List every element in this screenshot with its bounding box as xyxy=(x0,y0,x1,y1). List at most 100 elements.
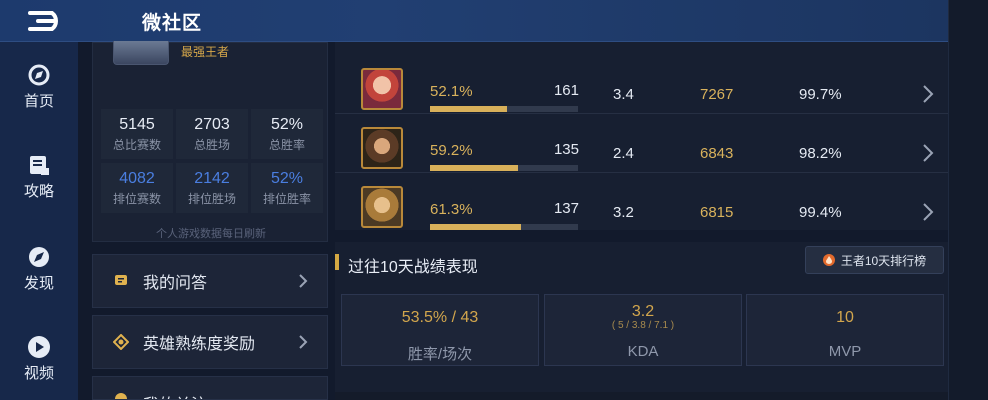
nav-item-discover[interactable]: 发现 xyxy=(0,244,78,304)
win-rate-bar xyxy=(430,106,578,112)
hero-games: 137 xyxy=(553,200,579,217)
hero-kda: 2.4 xyxy=(613,145,634,162)
stat-total-wins: 2703 总胜场 xyxy=(176,109,248,159)
hero-row[interactable]: 59.2% 135 2.4 6843 98.2% xyxy=(335,115,948,173)
menu-item-hero-mastery[interactable]: 英雄熟练度奖励 xyxy=(92,315,328,369)
performance-title: 过往10天战绩表现 xyxy=(348,259,478,276)
menu-label: 我的关注 xyxy=(143,391,327,399)
stat-value: 5145 xyxy=(119,115,155,133)
stat-label: 排位胜率 xyxy=(262,191,311,206)
stat-label: 总比赛数 xyxy=(112,137,161,152)
avatar[interactable] xyxy=(113,41,169,65)
hero-power: 6843 xyxy=(700,145,734,162)
hero-rating: 98.2% xyxy=(799,145,842,162)
menu-item-my-follow[interactable]: 我的关注 xyxy=(92,376,328,400)
hero-power: 7267 xyxy=(700,86,734,103)
stat-ranked-wins: 2142 排位胜场 xyxy=(176,163,248,213)
hero-win-rate: 52.1% xyxy=(430,83,473,100)
stat-total-winrate: 52% 总胜率 xyxy=(251,109,323,159)
guide-icon xyxy=(26,152,52,178)
win-rate-bar-fill xyxy=(430,165,518,171)
play-icon xyxy=(26,334,52,360)
nav-label-discover: 发现 xyxy=(23,275,54,292)
stat-label: 排位胜场 xyxy=(187,191,236,206)
stat-label: 总胜率 xyxy=(268,137,305,152)
performance-header: 过往10天战绩表现 王者10天排行榜 xyxy=(335,242,948,284)
right-edge-strip xyxy=(948,0,988,400)
nav-label-video: 视频 xyxy=(23,365,54,382)
stat-label: 排位赛数 xyxy=(112,191,161,206)
discover-icon xyxy=(26,244,52,270)
stat-value: 52% xyxy=(270,115,304,133)
performance-section: 过往10天战绩表现 王者10天排行榜 53.5% / 43 胜率/场次 3.2 … xyxy=(335,242,948,392)
chevron-right-icon xyxy=(293,334,313,350)
nav-item-guide[interactable]: 攻略 xyxy=(0,152,78,212)
hero-rating: 99.4% xyxy=(799,204,842,221)
rank-title: 最强王者 xyxy=(181,45,230,59)
flame-icon xyxy=(822,254,835,266)
win-rate-bar-fill xyxy=(430,224,521,230)
win-rate-bar xyxy=(430,224,578,230)
stat-value: 52% xyxy=(270,169,304,187)
hero-row[interactable]: 52.1% 161 3.4 7267 99.7% xyxy=(335,56,948,114)
back-icon xyxy=(28,11,58,31)
section-accent-bar xyxy=(335,254,339,270)
nav-item-video[interactable]: 视频 xyxy=(0,334,78,394)
hero-portrait xyxy=(361,127,403,169)
stat-ranked-games: 4082 排位赛数 xyxy=(101,163,173,213)
stat-value: 2703 xyxy=(194,115,230,133)
hero-win-rate: 61.3% xyxy=(430,201,473,218)
menu-label: 我的问答 xyxy=(143,275,208,292)
hero-power: 6815 xyxy=(700,204,734,221)
perf-value: 3.2 xyxy=(631,303,655,320)
perf-box-kda: 3.2 ( 5 / 3.8 / 7.1 ) KDA xyxy=(544,294,742,366)
perf-value: 53.5% / 43 xyxy=(401,309,479,326)
bottom-strip xyxy=(335,392,948,400)
hero-games: 161 xyxy=(553,82,579,99)
top-bar: 微社区 xyxy=(0,0,948,42)
refresh-note: 个人游戏数据每日刷新 xyxy=(156,228,266,240)
perf-label: MVP xyxy=(828,343,862,360)
hero-portrait xyxy=(361,68,403,110)
perf-label: KDA xyxy=(627,343,659,360)
stat-ranked-winrate: 52% 排位胜率 xyxy=(251,163,323,213)
chevron-right-icon xyxy=(293,273,313,289)
message-icon xyxy=(113,273,129,289)
medal-icon xyxy=(113,334,129,350)
perf-label: 胜率/场次 xyxy=(407,346,473,363)
hero-kda: 3.4 xyxy=(613,86,634,103)
left-nav: 首页 攻略 发现 视频 xyxy=(0,42,78,400)
hero-kda: 3.2 xyxy=(613,204,634,221)
nav-item-home[interactable]: 首页 xyxy=(0,62,78,122)
chevron-right-icon[interactable] xyxy=(922,143,934,168)
perf-value: 10 xyxy=(836,309,854,326)
hero-games: 135 xyxy=(553,141,579,158)
stat-value: 2142 xyxy=(194,169,230,187)
perf-box-mvp: 10 MVP xyxy=(746,294,944,366)
hero-row[interactable]: 61.3% 137 3.2 6815 99.4% xyxy=(335,174,948,232)
rank-button-label: 王者10天排行榜 xyxy=(840,253,927,268)
win-rate-bar-fill xyxy=(430,106,508,112)
page-title: 微社区 xyxy=(142,13,203,34)
rank-leaderboard-button[interactable]: 王者10天排行榜 xyxy=(805,246,944,274)
star-icon xyxy=(113,391,129,399)
nav-label-home: 首页 xyxy=(23,93,54,110)
hero-win-rate: 59.2% xyxy=(430,142,473,159)
hero-portrait xyxy=(361,186,403,228)
win-rate-bar xyxy=(430,165,578,171)
stat-grid: 5145 总比赛数 2703 总胜场 52% 总胜率 4082 排位赛数 214… xyxy=(101,109,323,213)
nav-label-guide: 攻略 xyxy=(23,183,54,200)
compass-icon xyxy=(26,62,52,88)
hero-stats-table: 52.1% 161 3.4 7267 99.7% 59.2% 135 2.4 6… xyxy=(335,42,948,230)
menu-label: 英雄熟练度奖励 xyxy=(143,336,256,353)
stat-value: 4082 xyxy=(119,169,155,187)
profile-stats-card: 最强王者 5145 总比赛数 2703 总胜场 52% 总胜率 4082 排位赛… xyxy=(92,41,328,242)
hero-rating: 99.7% xyxy=(799,86,842,103)
perf-sub-value: ( 5 / 3.8 / 7.1 ) xyxy=(611,320,675,331)
back-button[interactable] xyxy=(22,6,74,36)
chevron-right-icon[interactable] xyxy=(922,202,934,227)
stat-total-games: 5145 总比赛数 xyxy=(101,109,173,159)
chevron-right-icon[interactable] xyxy=(922,84,934,109)
perf-box-winrate: 53.5% / 43 胜率/场次 xyxy=(341,294,539,366)
menu-item-my-qa[interactable]: 我的问答 xyxy=(92,254,328,308)
